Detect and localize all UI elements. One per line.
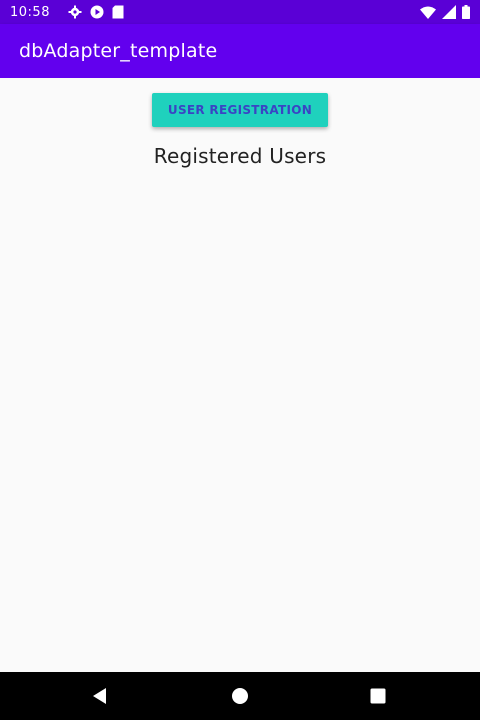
signal-icon (442, 5, 456, 19)
user-registration-button[interactable]: USER REGISTRATION (152, 93, 328, 127)
sd-card-icon (112, 5, 124, 19)
back-button[interactable] (88, 684, 112, 708)
play-protect-icon (90, 5, 104, 19)
settings-icon (68, 5, 82, 19)
registered-users-heading: Registered Users (153, 144, 327, 168)
recents-button[interactable] (366, 684, 390, 708)
status-left: 10:58 (10, 5, 124, 20)
status-time: 10:58 (10, 4, 50, 20)
app-title: dbAdapter_template (19, 40, 218, 62)
home-button[interactable] (228, 684, 252, 708)
status-bar: 10:58 (0, 0, 480, 24)
registered-users-list[interactable] (0, 178, 480, 668)
status-right (420, 5, 470, 19)
main-content: USER REGISTRATION Registered Users (0, 78, 480, 672)
battery-icon (462, 5, 470, 19)
navigation-bar (0, 672, 480, 720)
app-bar: dbAdapter_template (0, 24, 480, 78)
back-icon (93, 688, 106, 704)
home-icon (232, 688, 248, 704)
wifi-icon (420, 6, 436, 19)
recents-icon (370, 688, 386, 704)
